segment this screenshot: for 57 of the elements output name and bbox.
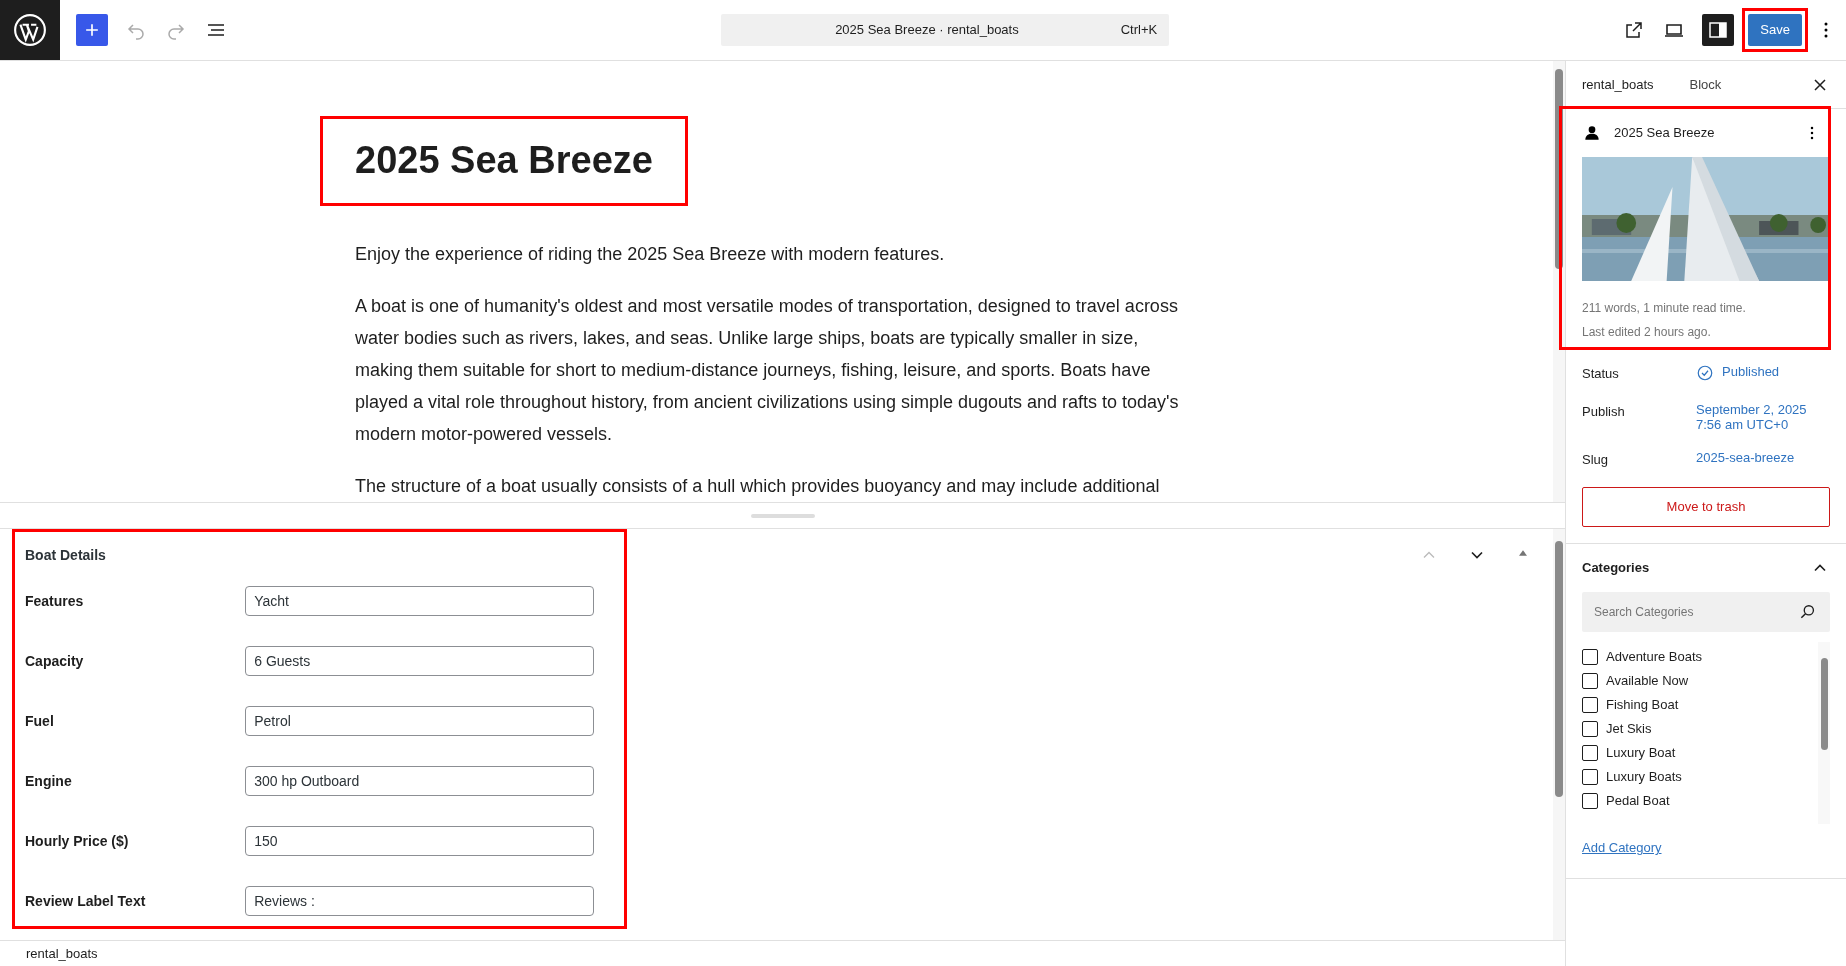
- post-summary-title: 2025 Sea Breeze: [1614, 124, 1716, 143]
- word-count: 211 words, 1 minute read time.: [1582, 300, 1747, 317]
- row-value-link[interactable]: Published: [1722, 364, 1780, 379]
- field-label: Features: [25, 591, 85, 611]
- add-category-link[interactable]: Add Category: [1582, 838, 1830, 858]
- search-field[interactable]: Search Categories: [1582, 592, 1830, 632]
- person-icon: [1582, 123, 1602, 143]
- field-label: Hourly Price ($): [25, 831, 130, 851]
- checkbox[interactable]: [1582, 697, 1598, 713]
- category-label: Luxury Boats: [1606, 768, 1682, 786]
- category-label: Pedal Boat: [1606, 792, 1670, 810]
- input-field[interactable]: Reviews :: [245, 886, 594, 916]
- wordpress-logo-icon[interactable]: [0, 0, 60, 60]
- checkbox[interactable]: [1582, 769, 1598, 785]
- shortcut-hint: Ctrl+K: [1120, 21, 1158, 40]
- command-bar[interactable]: 2025 Sea Breeze · rental_boats Ctrl+K: [721, 14, 1170, 46]
- checkbox[interactable]: [1582, 649, 1598, 665]
- panel-title: Categories: [1582, 559, 1650, 578]
- category-label: Luxury Boat: [1606, 744, 1676, 762]
- breadcrumb: rental_boats: [26, 944, 98, 963]
- field-label: Fuel: [25, 711, 55, 731]
- row-label: Publish: [1582, 402, 1626, 421]
- input-field[interactable]: Petrol: [245, 706, 594, 736]
- resize-handle[interactable]: [750, 513, 815, 518]
- row-label: Status: [1582, 365, 1620, 383]
- check-circle-icon: [1696, 364, 1714, 382]
- category-label: Jet Skis: [1606, 720, 1652, 738]
- save-button[interactable]: Save: [1748, 14, 1802, 46]
- input-field[interactable]: Yacht: [245, 586, 594, 616]
- input-field[interactable]: 150: [245, 826, 594, 856]
- checkbox[interactable]: [1582, 793, 1598, 809]
- checkbox[interactable]: [1582, 745, 1598, 761]
- checkbox[interactable]: [1582, 721, 1598, 737]
- paragraph[interactable]: The structure of a boat usually consists of a hull which provides buoyancy and may include additional: [355, 469, 1200, 502]
- input-field[interactable]: 300 hp Outboard: [245, 766, 594, 796]
- input-field[interactable]: 6 Guests: [245, 646, 594, 676]
- row-label: Slug: [1582, 450, 1610, 469]
- category-label: Adventure Boats: [1606, 648, 1703, 666]
- add-block-button[interactable]: [76, 14, 108, 46]
- move-to-trash-button[interactable]: Move to trash: [1582, 487, 1830, 527]
- last-edited: Last edited 2 hours ago.: [1582, 324, 1712, 341]
- paragraph[interactable]: A boat is one of humanity's oldest and most versatile modes of transportation, designed to travel across water bodies such as rivers, lakes, and seas. Unlike large ships, boats are typically smaller in size, making them suitable for short to medium-distance journeys, fishing, leisure, and sports. Boats have played a vital role throughout history, from ancient civilizations using simple dugouts and rafts to today's modern motor-powered vessels.: [355, 289, 1200, 450]
- meta-box-title: Boat Details: [25, 546, 107, 565]
- post-title[interactable]: 2025 Sea Breeze: [355, 137, 653, 185]
- category-label: Available Now: [1606, 672, 1689, 690]
- sidebar-tab[interactable]: rental_boats: [1582, 61, 1654, 108]
- field-label: Capacity: [25, 651, 85, 671]
- sidebar-tab[interactable]: Block: [1689, 61, 1722, 108]
- paragraph[interactable]: Enjoy the experience of riding the 2025 Sea Breeze with modern features.: [355, 237, 1200, 270]
- row-value-link[interactable]: September 2, 2025 7:56 am UTC+0: [1696, 401, 1807, 432]
- field-label: Review Label Text: [25, 891, 147, 911]
- checkbox[interactable]: [1582, 673, 1598, 689]
- field-label: Engine: [25, 771, 73, 791]
- document-title: 2025 Sea Breeze · rental_boats: [834, 21, 1020, 40]
- category-label: Fishing Boat: [1606, 696, 1679, 714]
- row-value-link[interactable]: 2025-sea-breeze: [1696, 449, 1795, 465]
- sidebar-toggle-button[interactable]: [1702, 14, 1735, 46]
